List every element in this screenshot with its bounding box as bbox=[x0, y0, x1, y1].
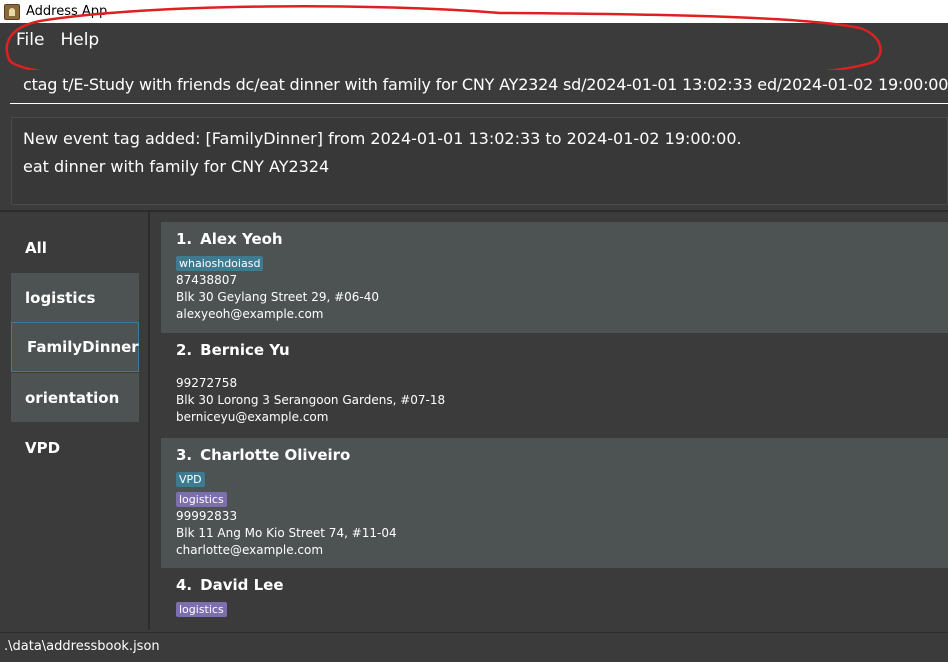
person-address: Blk 30 Lorong 3 Serangoon Gardens, #07-1… bbox=[176, 393, 446, 407]
tag-row: logistics bbox=[176, 598, 933, 618]
person-index: 3. bbox=[176, 446, 193, 464]
app-icon bbox=[4, 3, 20, 20]
command-input[interactable]: ctag t/E-Study with friends dc/eat dinne… bbox=[23, 75, 948, 94]
tag-row bbox=[176, 363, 933, 375]
person-email: charlotte@example.com bbox=[176, 543, 324, 557]
person-name-row: 3. Charlotte Oliveiro bbox=[176, 446, 933, 468]
person-card[interactable]: 2. Bernice Yu 99272758 Blk 30 Lorong 3 Se… bbox=[161, 333, 948, 438]
person-phone: 99992833 bbox=[176, 509, 238, 523]
person-card[interactable]: 4. David Lee logistics bbox=[161, 568, 948, 630]
sidebar-item-logistics[interactable]: logistics bbox=[11, 272, 139, 322]
person-name: Charlotte Oliveiro bbox=[200, 446, 351, 464]
person-address: Blk 30 Geylang Street 29, #06-40 bbox=[176, 290, 380, 304]
person-email: alexyeoh@example.com bbox=[176, 307, 324, 321]
person-index: 4. bbox=[176, 576, 193, 594]
person-address: Blk 11 Ang Mo Kio Street 74, #11-04 bbox=[176, 526, 397, 540]
person-name: David Lee bbox=[200, 576, 284, 594]
menu-bar: File Help bbox=[0, 23, 948, 57]
person-name: Alex Yeoh bbox=[200, 230, 283, 248]
person-name-row: 1. Alex Yeoh bbox=[176, 230, 933, 252]
menu-file[interactable]: File bbox=[16, 30, 44, 50]
status-bar: .\data\addressbook.json bbox=[0, 632, 948, 662]
tag-badge: logistics bbox=[176, 492, 227, 507]
person-name-row: 4. David Lee bbox=[176, 576, 933, 598]
tag-row: VPD bbox=[176, 468, 933, 488]
person-phone: 87438807 bbox=[176, 273, 238, 287]
tag-badge: VPD bbox=[176, 472, 205, 487]
command-underline bbox=[10, 103, 948, 104]
person-card[interactable]: 1. Alex Yeoh whaioshdoiasd 87438807 Blk 3… bbox=[161, 222, 948, 333]
title-bar: Address App bbox=[0, 0, 948, 23]
tag-sidebar: All logistics FamilyDinner orientation V… bbox=[0, 212, 150, 630]
result-line-1: New event tag added: [FamilyDinner] from… bbox=[23, 129, 742, 148]
person-name: Bernice Yu bbox=[200, 341, 290, 359]
person-list: 1. Alex Yeoh whaioshdoiasd 87438807 Blk 3… bbox=[161, 222, 948, 630]
result-display: New event tag added: [FamilyDinner] from… bbox=[11, 117, 948, 205]
sidebar-item-familydinner[interactable]: FamilyDinner bbox=[11, 322, 139, 372]
person-index: 2. bbox=[176, 341, 193, 359]
result-line-2: eat dinner with family for CNY AY2324 bbox=[23, 157, 330, 176]
status-path: .\data\addressbook.json bbox=[4, 639, 160, 654]
sidebar-item-orientation[interactable]: orientation bbox=[11, 372, 139, 422]
tag-badge: logistics bbox=[176, 602, 227, 617]
command-box: ctag t/E-Study with friends dc/eat dinne… bbox=[0, 57, 948, 107]
sidebar-item-vpd[interactable]: VPD bbox=[11, 422, 139, 472]
person-phone: 99272758 bbox=[176, 376, 238, 390]
person-card[interactable]: 3. Charlotte Oliveiro VPD logistics 99992… bbox=[161, 438, 948, 568]
tag-badge: whaioshdoiasd bbox=[176, 256, 264, 271]
tag-row: whaioshdoiasd bbox=[176, 252, 933, 272]
sidebar-item-all[interactable]: All bbox=[11, 222, 139, 272]
menu-help[interactable]: Help bbox=[60, 30, 99, 50]
tag-row: logistics bbox=[176, 488, 933, 508]
person-index: 1. bbox=[176, 230, 193, 248]
person-name-row: 2. Bernice Yu bbox=[176, 341, 933, 363]
window-title: Address App bbox=[26, 4, 108, 19]
person-email: berniceyu@example.com bbox=[176, 410, 329, 424]
